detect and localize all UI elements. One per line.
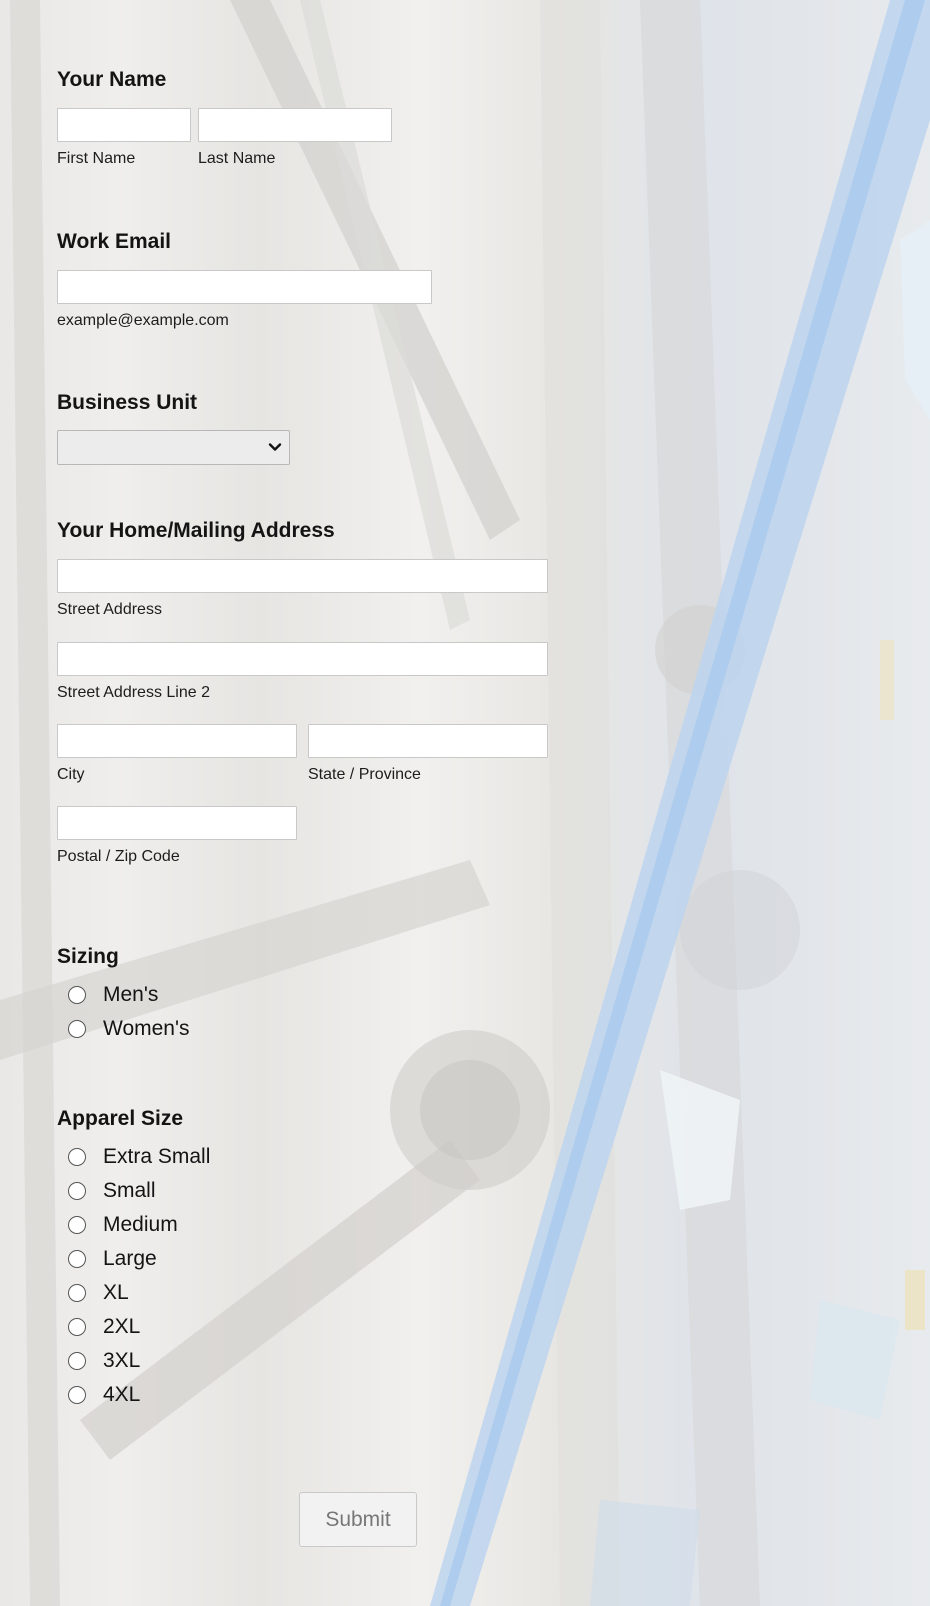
street-address-2-input[interactable] [57, 642, 548, 676]
apparel-option-xl[interactable]: XL [68, 1279, 129, 1307]
sizing-option-label: Men's [103, 983, 159, 1006]
state-sublabel: State / Province [308, 766, 421, 783]
street-address-input[interactable] [57, 559, 548, 593]
submit-button[interactable]: Submit [299, 1492, 417, 1547]
last-name-input[interactable] [198, 108, 392, 142]
sizing-option-womens[interactable]: Women's [68, 1015, 189, 1043]
sizing-option-mens[interactable]: Men's [68, 981, 158, 1009]
apparel-option-label: Large [103, 1247, 157, 1270]
radio-button[interactable] [68, 1352, 86, 1370]
first-name-input[interactable] [57, 108, 191, 142]
business-unit-select[interactable] [57, 430, 290, 465]
order-form: Your Name First Name Last Name Work Emai… [0, 0, 930, 1606]
city-sublabel: City [57, 766, 85, 783]
radio-button[interactable] [68, 1250, 86, 1268]
apparel-option-3xl[interactable]: 3XL [68, 1347, 140, 1375]
apparel-option-extra-small[interactable]: Extra Small [68, 1143, 210, 1171]
radio-button[interactable] [68, 1020, 86, 1038]
chevron-down-icon [268, 443, 282, 451]
apparel-option-label: 2XL [103, 1315, 141, 1338]
sizing-option-label: Women's [103, 1017, 190, 1040]
sizing-label: Sizing [57, 945, 119, 968]
apparel-option-2xl[interactable]: 2XL [68, 1313, 140, 1341]
first-name-sublabel: First Name [57, 150, 136, 167]
apparel-option-label: 4XL [103, 1383, 141, 1406]
apparel-option-medium[interactable]: Medium [68, 1211, 178, 1239]
radio-button[interactable] [68, 1386, 86, 1404]
city-input[interactable] [57, 724, 297, 758]
apparel-option-label: XL [103, 1281, 129, 1304]
radio-button[interactable] [68, 1182, 86, 1200]
postal-code-sublabel: Postal / Zip Code [57, 848, 180, 865]
apparel-option-label: 3XL [103, 1349, 141, 1372]
apparel-option-4xl[interactable]: 4XL [68, 1381, 140, 1409]
radio-button[interactable] [68, 986, 86, 1004]
name-label: Your Name [57, 68, 167, 91]
radio-button[interactable] [68, 1284, 86, 1302]
radio-button[interactable] [68, 1148, 86, 1166]
apparel-option-large[interactable]: Large [68, 1245, 157, 1273]
street-address-2-sublabel: Street Address Line 2 [57, 684, 210, 701]
state-input[interactable] [308, 724, 548, 758]
email-sublabel: example@example.com [57, 312, 229, 329]
apparel-option-label: Small [103, 1179, 156, 1202]
apparel-size-label: Apparel Size [57, 1107, 184, 1130]
email-input[interactable] [57, 270, 432, 304]
apparel-option-small[interactable]: Small [68, 1177, 156, 1205]
apparel-option-label: Extra Small [103, 1145, 211, 1168]
radio-button[interactable] [68, 1318, 86, 1336]
last-name-sublabel: Last Name [198, 150, 276, 167]
radio-button[interactable] [68, 1216, 86, 1234]
postal-code-input[interactable] [57, 806, 297, 840]
email-label: Work Email [57, 230, 171, 253]
business-unit-label: Business Unit [57, 391, 198, 414]
apparel-option-label: Medium [103, 1213, 178, 1236]
street-address-sublabel: Street Address [57, 601, 162, 618]
address-label: Your Home/Mailing Address [57, 519, 335, 542]
